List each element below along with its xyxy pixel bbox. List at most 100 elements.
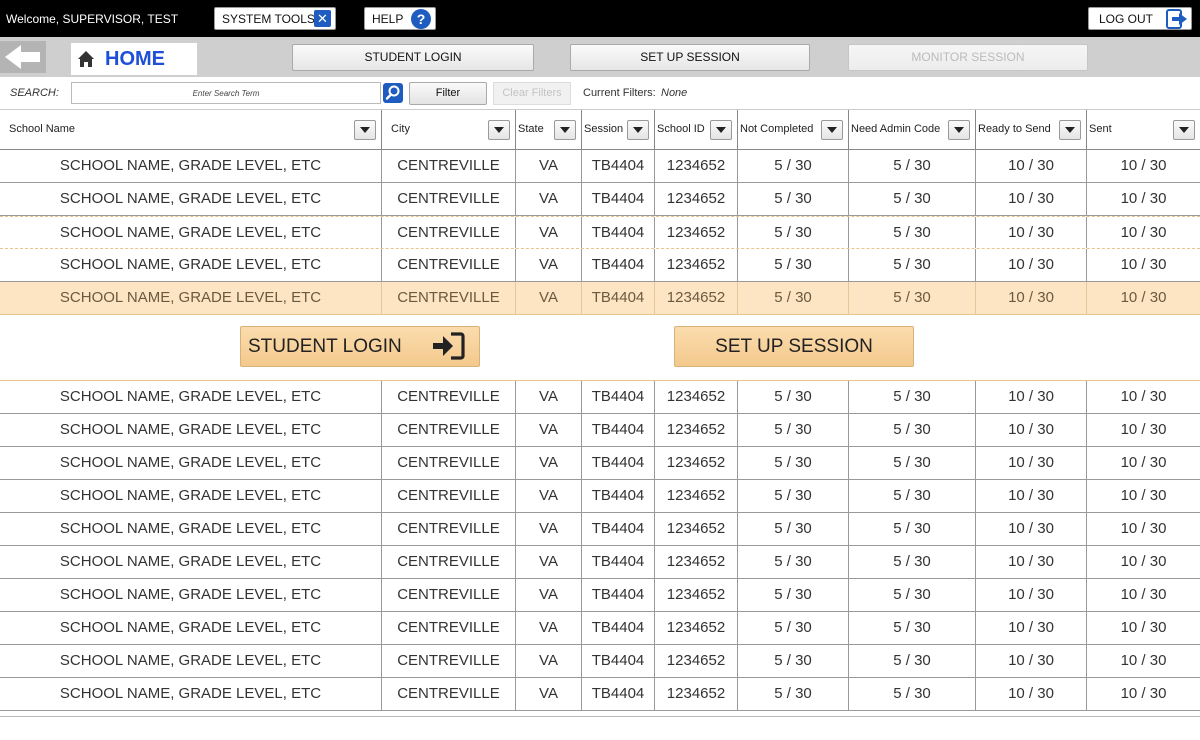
column-header-state: State [516, 110, 582, 150]
column-header-ready-to-send: Ready to Send [976, 110, 1087, 150]
cell-sent: 10 / 30 [1120, 421, 1167, 438]
column-filter-dropdown-state[interactable] [554, 120, 576, 140]
row-student-login-button[interactable]: STUDENT LOGIN [240, 326, 480, 367]
nav-monitor-session-button[interactable]: MONITOR SESSION [848, 44, 1088, 71]
search-icon [385, 85, 400, 100]
back-button[interactable] [0, 41, 46, 73]
cell-city: CENTREVILLE [382, 217, 516, 248]
cell-session: TB4404 [582, 612, 655, 644]
system-tools-button[interactable]: SYSTEM TOOLS ✕ [214, 7, 336, 30]
cell-school-id: 1234652 [655, 645, 738, 677]
home-link[interactable]: HOME [71, 43, 197, 75]
cell-ready-to-send: 10 / 30 [976, 579, 1087, 611]
column-filter-dropdown-session[interactable] [627, 120, 649, 140]
cell-session: TB4404 [582, 249, 655, 281]
cell-state: VA [516, 150, 582, 182]
help-icon: ? [411, 9, 431, 29]
table-row[interactable]: SCHOOL NAME, GRADE LEVEL, ETC CENTREVILLE… [0, 381, 1200, 414]
cell-sent: 10 / 30 [1120, 586, 1167, 603]
table-row-selected[interactable]: SCHOOL NAME, GRADE LEVEL, ETC CENTREVILLE… [0, 282, 1200, 315]
cell-ready-to-send: 10 / 30 [976, 150, 1087, 182]
cell-city: CENTREVILLE [382, 546, 516, 578]
table-row[interactable]: SCHOOL NAME, GRADE LEVEL, ETC CENTREVILLE… [0, 480, 1200, 513]
search-bar: SEARCH: Filter Clear Filters Current Fil… [0, 77, 1200, 110]
cell-city: CENTREVILLE [382, 678, 516, 710]
cell-sent: 10 / 30 [1120, 289, 1167, 306]
cell-city: CENTREVILLE [382, 447, 516, 479]
column-header-label: State [518, 123, 544, 135]
search-button[interactable] [383, 83, 403, 103]
cell-ready-to-send: 10 / 30 [976, 282, 1087, 314]
cell-session: TB4404 [582, 381, 655, 413]
cell-sent: 10 / 30 [1120, 224, 1167, 241]
table-row[interactable]: SCHOOL NAME, GRADE LEVEL, ETC CENTREVILLE… [0, 447, 1200, 480]
cell-ready-to-send: 10 / 30 [976, 678, 1087, 710]
table-row[interactable]: SCHOOL NAME, GRADE LEVEL, ETC CENTREVILLE… [0, 678, 1200, 711]
column-filter-dropdown-sent[interactable] [1173, 120, 1195, 140]
column-filter-dropdown-need-admin-code[interactable] [948, 120, 970, 140]
cell-session: TB4404 [582, 546, 655, 578]
help-button[interactable]: HELP ? [364, 7, 436, 30]
row-setup-session-button[interactable]: SET UP SESSION [674, 326, 914, 367]
search-input[interactable] [71, 82, 381, 104]
cell-school-id: 1234652 [655, 579, 738, 611]
table-row[interactable]: SCHOOL NAME, GRADE LEVEL, ETC CENTREVILLE… [0, 645, 1200, 678]
cell-city: CENTREVILLE [382, 579, 516, 611]
table-row[interactable]: SCHOOL NAME, GRADE LEVEL, ETC CENTREVILLE… [0, 513, 1200, 546]
table-row[interactable]: SCHOOL NAME, GRADE LEVEL, ETC CENTREVILLE… [0, 150, 1200, 183]
cell-session: TB4404 [582, 414, 655, 446]
column-filter-dropdown-not-completed[interactable] [821, 120, 843, 140]
cell-ready-to-send: 10 / 30 [976, 645, 1087, 677]
cell-state: VA [516, 546, 582, 578]
table-row[interactable]: SCHOOL NAME, GRADE LEVEL, ETC CENTREVILLE… [0, 546, 1200, 579]
cell-school-id: 1234652 [655, 480, 738, 512]
welcome-text: Welcome, SUPERVISOR, TEST [6, 12, 179, 26]
filter-button[interactable]: Filter [409, 82, 487, 105]
cell-school-id: 1234652 [655, 150, 738, 182]
cell-city: CENTREVILLE [382, 480, 516, 512]
table-row[interactable]: SCHOOL NAME, GRADE LEVEL, ETC CENTREVILLE… [0, 216, 1200, 249]
cell-state: VA [516, 183, 582, 215]
cell-session: TB4404 [582, 282, 655, 314]
clear-filters-button[interactable]: Clear Filters [493, 82, 571, 105]
cell-sent: 10 / 30 [1120, 454, 1167, 471]
column-header-label: City [391, 123, 410, 135]
cell-need-admin-code: 5 / 30 [849, 217, 976, 248]
cell-session: TB4404 [582, 579, 655, 611]
nav-student-login-button[interactable]: STUDENT LOGIN [292, 44, 534, 71]
cell-not-completed: 5 / 30 [738, 183, 849, 215]
cell-city: CENTREVILLE [382, 414, 516, 446]
cell-school-id: 1234652 [655, 282, 738, 314]
column-header-school-name: School Name [0, 110, 382, 150]
column-header-label: School ID [657, 123, 705, 135]
cell-need-admin-code: 5 / 30 [849, 513, 976, 545]
cell-city: CENTREVILLE [382, 612, 516, 644]
table-row[interactable]: SCHOOL NAME, GRADE LEVEL, ETC CENTREVILLE… [0, 579, 1200, 612]
column-filter-dropdown-school-id[interactable] [710, 120, 732, 140]
table-row[interactable]: SCHOOL NAME, GRADE LEVEL, ETC CENTREVILLE… [0, 414, 1200, 447]
cell-sent: 10 / 30 [1120, 487, 1167, 504]
column-filter-dropdown-school-name[interactable] [354, 120, 376, 140]
cell-need-admin-code: 5 / 30 [849, 678, 976, 710]
cell-school-id: 1234652 [655, 513, 738, 545]
table-row[interactable]: SCHOOL NAME, GRADE LEVEL, ETC CENTREVILLE… [0, 249, 1200, 282]
cell-need-admin-code: 5 / 30 [849, 150, 976, 182]
nav-setup-session-button[interactable]: SET UP SESSION [570, 44, 810, 71]
logout-label: LOG OUT [1099, 11, 1154, 26]
login-arrow-icon [433, 332, 465, 360]
cell-school-name: SCHOOL NAME, GRADE LEVEL, ETC [0, 579, 382, 611]
table-row[interactable]: SCHOOL NAME, GRADE LEVEL, ETC CENTREVILLE… [0, 183, 1200, 216]
cell-school-id: 1234652 [655, 612, 738, 644]
column-filter-dropdown-city[interactable] [488, 120, 510, 140]
logout-button[interactable]: LOG OUT [1088, 7, 1192, 30]
cell-session: TB4404 [582, 150, 655, 182]
cell-ready-to-send: 10 / 30 [976, 217, 1087, 248]
cell-need-admin-code: 5 / 30 [849, 612, 976, 644]
table-row[interactable]: SCHOOL NAME, GRADE LEVEL, ETC CENTREVILLE… [0, 612, 1200, 645]
cell-need-admin-code: 5 / 30 [849, 447, 976, 479]
column-filter-dropdown-ready-to-send[interactable] [1059, 120, 1081, 140]
cell-not-completed: 5 / 30 [738, 217, 849, 248]
current-filters-value: None [661, 87, 688, 99]
cell-city: CENTREVILLE [382, 249, 516, 281]
cell-not-completed: 5 / 30 [738, 447, 849, 479]
